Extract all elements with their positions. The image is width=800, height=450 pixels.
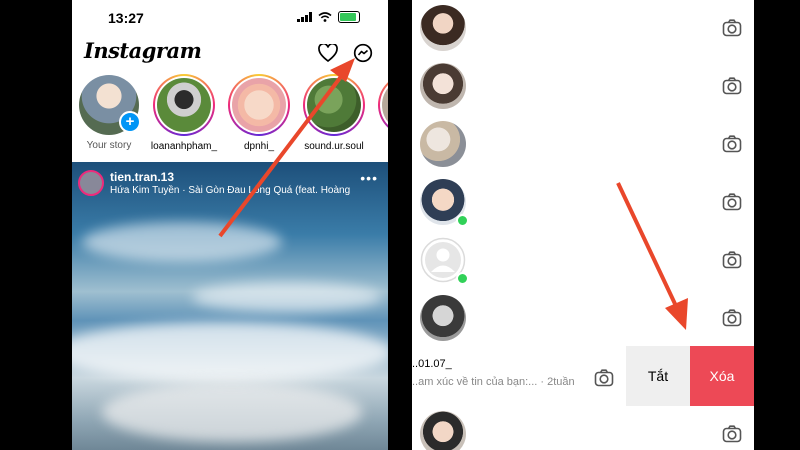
avatar — [157, 78, 211, 132]
stories-tray: + Your story loananhpham_ dpnhi_ sound.u… — [72, 74, 388, 162]
story-label: Your story — [86, 140, 132, 151]
story-your-story[interactable]: + Your story — [74, 74, 144, 151]
conversation-preview: ..am xúc về tin của bạn:... · 2tuần — [412, 376, 575, 388]
instagram-home-screen: 13:27 Instagram + Your story loananhpham… — [72, 0, 388, 450]
story-item[interactable]: sound.ur.soul — [299, 74, 369, 152]
battery-icon — [338, 11, 360, 23]
list-item[interactable] — [412, 0, 754, 58]
status-icons — [297, 11, 360, 23]
list-item[interactable] — [412, 232, 754, 290]
post-username[interactable]: tien.tran.13 — [110, 170, 174, 184]
status-bar: 13:27 — [72, 0, 388, 34]
list-item[interactable] — [412, 58, 754, 116]
heart-icon[interactable] — [317, 42, 339, 64]
camera-icon[interactable] — [722, 134, 742, 154]
add-story-icon[interactable]: + — [119, 111, 141, 133]
post-music[interactable]: Hứa Kim Tuyền · Sài Gòn Đau Lòng Quá (fe… — [110, 185, 350, 196]
feed-post[interactable]: tien.tran.13 Hứa Kim Tuyền · Sài Gòn Đau… — [72, 162, 388, 450]
messenger-icon[interactable] — [352, 42, 374, 64]
avatar[interactable] — [78, 170, 104, 196]
list-item[interactable] — [412, 406, 754, 450]
story-label: loananhpham_ — [150, 141, 218, 152]
camera-icon[interactable] — [594, 368, 614, 388]
online-indicator — [456, 214, 469, 227]
camera-icon[interactable] — [722, 192, 742, 212]
wifi-icon — [318, 12, 332, 22]
delete-button[interactable]: Xóa — [690, 346, 754, 406]
story-label: sound.ur.soul — [304, 141, 364, 152]
messages-screen: ..01.07_ ..am xúc về tin của bạn:... · 2… — [412, 0, 754, 450]
camera-icon[interactable] — [722, 76, 742, 96]
camera-icon[interactable] — [722, 18, 742, 38]
swiped-conversation-row[interactable]: ..01.07_ ..am xúc về tin của bạn:... · 2… — [412, 346, 754, 406]
avatar: + — [79, 75, 141, 135]
avatar — [420, 63, 466, 109]
online-indicator — [456, 272, 469, 285]
avatar — [420, 295, 466, 341]
avatar — [420, 5, 466, 51]
story-label: dpnhi_ — [243, 141, 275, 152]
camera-icon[interactable] — [722, 250, 742, 270]
camera-icon[interactable] — [722, 308, 742, 328]
story-item[interactable] — [374, 74, 388, 136]
signal-icon — [297, 12, 312, 22]
avatar — [232, 78, 286, 132]
instagram-logo: Instagram — [84, 38, 202, 63]
list-item[interactable] — [412, 116, 754, 174]
avatar — [382, 78, 388, 132]
conversation-name: ..01.07_ — [412, 358, 452, 370]
avatar — [420, 411, 466, 450]
story-item[interactable]: dpnhi_ — [224, 74, 294, 152]
story-item[interactable]: loananhpham_ — [149, 74, 219, 152]
camera-icon[interactable] — [722, 424, 742, 444]
more-options-icon[interactable]: ••• — [360, 170, 378, 186]
list-item[interactable] — [412, 290, 754, 348]
status-time: 13:27 — [108, 10, 144, 26]
mute-button[interactable]: Tắt — [626, 346, 690, 406]
list-item[interactable] — [412, 174, 754, 232]
post-header: tien.tran.13 Hứa Kim Tuyền · Sài Gòn Đau… — [78, 168, 382, 198]
avatar — [307, 78, 361, 132]
avatar — [420, 121, 466, 167]
instagram-header: Instagram — [72, 34, 388, 74]
